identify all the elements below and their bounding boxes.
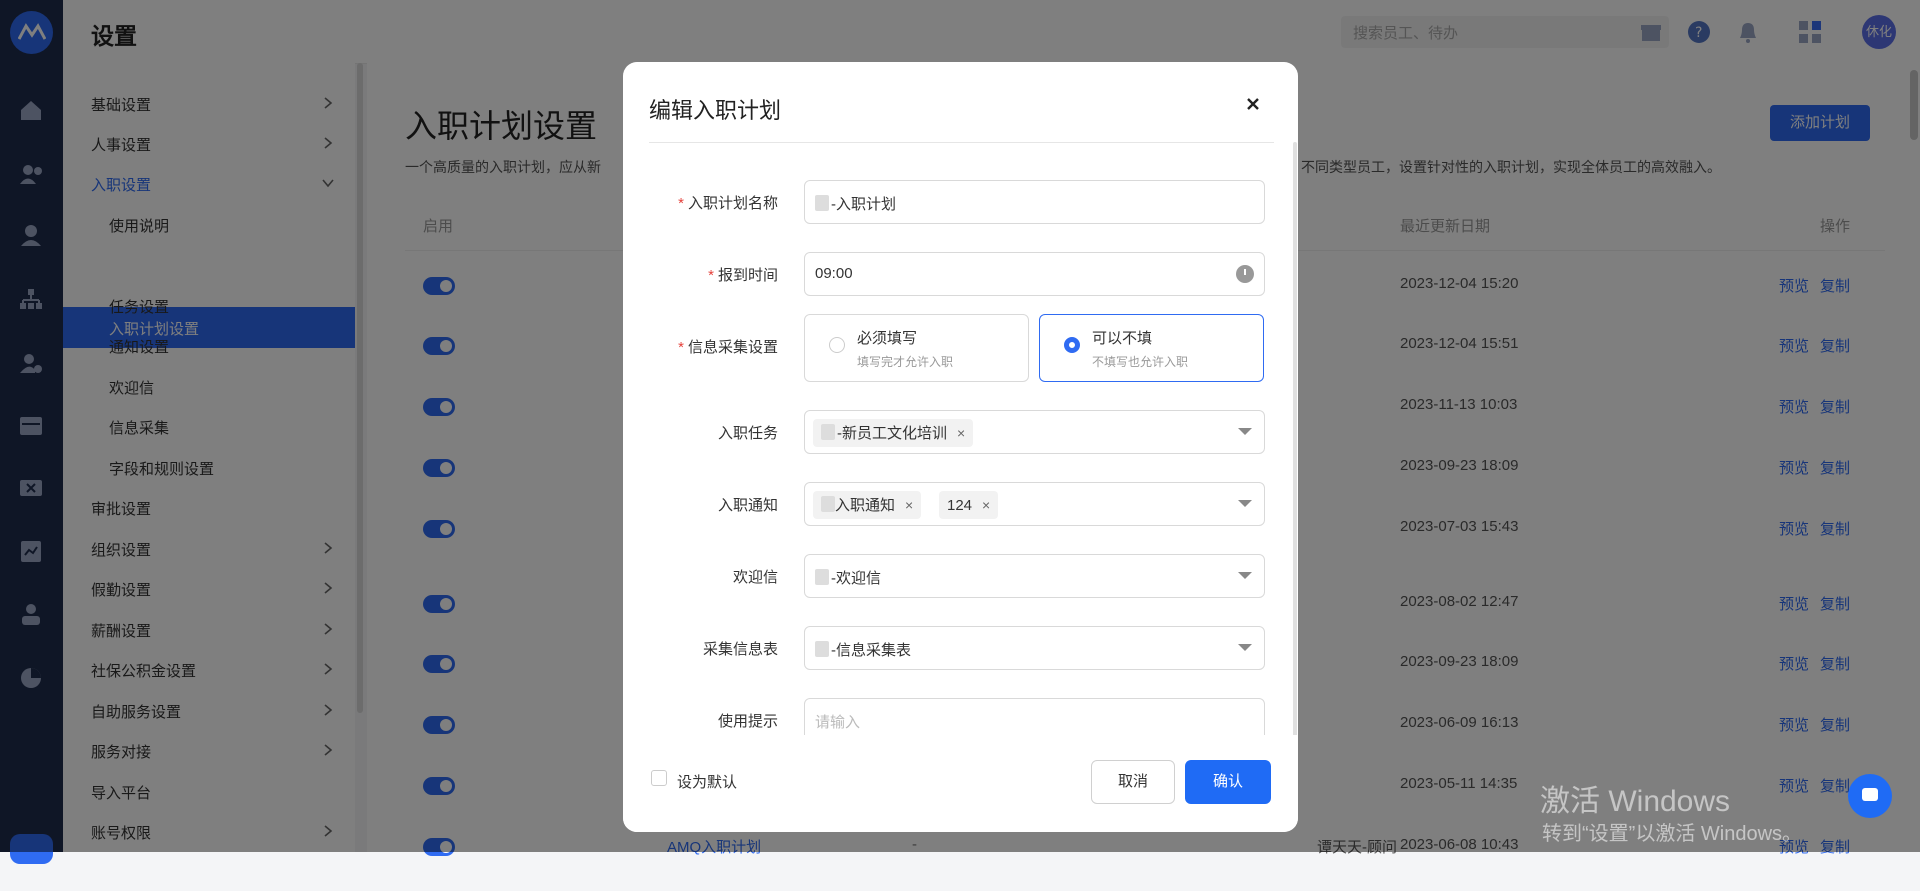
collect-form-label: 采集信息表	[702, 641, 778, 658]
confirm-button[interactable]: 确认	[1185, 760, 1271, 804]
notice-label: 入职通知	[717, 497, 778, 514]
radio-optional[interactable]	[1064, 337, 1080, 353]
activation-watermark-sub: 转到“设置”以激活 Windows。	[1542, 823, 1803, 845]
dropdown-caret-icon[interactable]	[1238, 500, 1252, 507]
task-select[interactable]: -新员工文化培训 ×	[804, 410, 1265, 454]
plan-name-label-text: 入职计划名称	[687, 195, 778, 212]
cancel-button[interactable]: 取消	[1091, 760, 1175, 804]
dropdown-caret-icon[interactable]	[1238, 428, 1252, 435]
option-required[interactable]: 必须填写填写完才允许入职	[804, 314, 1029, 382]
notice-tag: 124 ×	[939, 491, 999, 519]
plan-name-value: -入职计划	[831, 196, 896, 213]
tag-remove-icon[interactable]: ×	[905, 497, 913, 513]
dropdown-caret-icon[interactable]	[1238, 572, 1252, 579]
edit-plan-dialog: 编辑入职计划 * 入职计划名称 -入职计划 * 报到时间 09:00 * 信息采集设置…	[623, 62, 1298, 832]
chat-button[interactable]	[1848, 774, 1892, 818]
option-optional-sub: 不填写也允许入职	[1092, 355, 1189, 369]
tag-remove-icon[interactable]: ×	[982, 497, 990, 513]
redacted-block	[815, 641, 829, 657]
dialog-footer: 设为默认 取消 确认	[623, 735, 1298, 832]
welcome-select[interactable]: -欢迎信	[804, 554, 1265, 598]
redacted-block	[821, 424, 835, 440]
tag-remove-icon[interactable]: ×	[957, 425, 965, 441]
notice-tag: 入职通知 ×	[813, 491, 922, 519]
report-time-picker[interactable]: 09:00	[804, 252, 1265, 296]
activation-watermark-title: 激活 Windows	[1540, 785, 1731, 818]
plan-name-input[interactable]: -入职计划	[804, 180, 1265, 224]
info-collect-label-text: 信息采集设置	[687, 339, 778, 356]
default-checkbox[interactable]	[651, 770, 667, 786]
report-time-value: 09:00	[815, 265, 853, 282]
plan-name-label: * 入职计划名称	[678, 192, 778, 213]
tip-label: 使用提示	[717, 713, 778, 730]
task-tag-label: -新员工文化培训	[837, 425, 947, 442]
option-required-sub: 填写完才允许入职	[857, 355, 954, 369]
task-label: 入职任务	[717, 425, 778, 442]
redacted-block	[821, 496, 835, 512]
close-icon[interactable]	[1243, 94, 1263, 114]
option-optional-title: 可以不填	[1092, 330, 1153, 347]
notice-select[interactable]: 入职通知 × 124 ×	[804, 482, 1265, 526]
report-time-label: * 报到时间	[708, 264, 778, 285]
plan-name-value-wrap: -入职计划	[815, 193, 896, 214]
radio-required[interactable]	[829, 337, 845, 353]
dropdown-caret-icon[interactable]	[1238, 644, 1252, 651]
option-optional[interactable]: 可以不填不填写也允许入职	[1039, 314, 1264, 382]
notice-tag-label: 入职通知	[835, 497, 896, 514]
required-mark: *	[708, 267, 714, 284]
info-collect-label: * 信息采集设置	[678, 336, 778, 357]
default-checkbox-label: 设为默认	[677, 774, 738, 791]
welcome-value: -欢迎信	[831, 570, 881, 587]
redacted-block	[815, 195, 829, 211]
notice-tag-label: 124	[947, 497, 973, 514]
dialog-scrollbar[interactable]	[1293, 142, 1297, 742]
dialog-divider	[649, 142, 1274, 143]
collect-form-value-wrap: -信息采集表	[815, 639, 911, 660]
clock-icon[interactable]	[1236, 265, 1254, 283]
welcome-value-wrap: -欢迎信	[815, 567, 881, 588]
welcome-label: 欢迎信	[732, 569, 778, 586]
required-mark: *	[678, 339, 684, 356]
collect-form-value: -信息采集表	[831, 642, 911, 659]
task-tag: -新员工文化培训 ×	[813, 419, 974, 447]
dialog-title: 编辑入职计划	[649, 98, 782, 123]
collect-form-select[interactable]: -信息采集表	[804, 626, 1265, 670]
tip-placeholder: 请输入	[815, 714, 861, 731]
required-mark: *	[678, 195, 684, 212]
redacted-block	[815, 569, 829, 585]
option-required-title: 必须填写	[857, 330, 918, 347]
report-time-label-text: 报到时间	[717, 267, 778, 284]
